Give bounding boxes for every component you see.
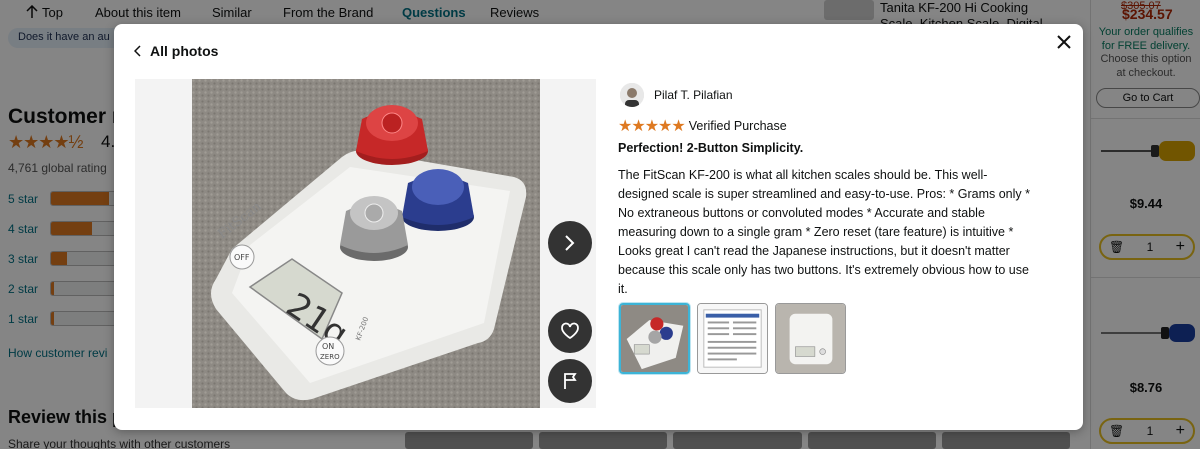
scale-on-label: ON <box>322 342 334 351</box>
avatar-image <box>620 83 644 107</box>
thumb-scale-front <box>776 304 845 373</box>
heart-icon <box>561 322 579 340</box>
scale-zero-label: ZERO <box>320 353 340 361</box>
review-rating: ★★★★★ Verified Purchase <box>618 116 787 136</box>
helpful-heart-button[interactable] <box>548 309 592 353</box>
review-title: Perfection! 2-Button Simplicity. <box>618 141 804 155</box>
flag-icon <box>564 373 577 389</box>
author-name: Pilaf T. Pilafian <box>654 88 733 102</box>
photo-thumbnail-1[interactable] <box>619 303 690 374</box>
report-flag-button[interactable] <box>548 359 592 403</box>
photo-modal: All photos 21g OFF ON ZERO FitScan KF-20… <box>114 24 1083 430</box>
next-photo-button[interactable] <box>548 221 592 265</box>
scale-off-label: OFF <box>234 253 250 262</box>
photo-thumbnail-3[interactable] <box>775 303 846 374</box>
review-photo[interactable]: 21g OFF ON ZERO FitScan KF-200 <box>192 79 540 408</box>
five-star-icon: ★★★★★ <box>618 118 686 135</box>
all-photos-back-button[interactable]: All photos <box>134 43 218 59</box>
avatar <box>620 83 644 107</box>
chevron-left-icon <box>134 45 141 57</box>
thumb-instructions <box>698 304 767 373</box>
review-body: The FitScan KF-200 is what all kitchen s… <box>618 168 1030 296</box>
photo-viewer: 21g OFF ON ZERO FitScan KF-200 <box>135 79 596 408</box>
review-author[interactable]: Pilaf T. Pilafian <box>620 83 733 107</box>
photo-thumbnail-2[interactable] <box>697 303 768 374</box>
chevron-right-icon <box>565 235 575 251</box>
verified-purchase-badge: Verified Purchase <box>688 119 787 133</box>
close-icon[interactable] <box>1054 32 1074 52</box>
all-photos-label: All photos <box>150 43 219 59</box>
thumb-scale-capsules <box>621 305 688 372</box>
